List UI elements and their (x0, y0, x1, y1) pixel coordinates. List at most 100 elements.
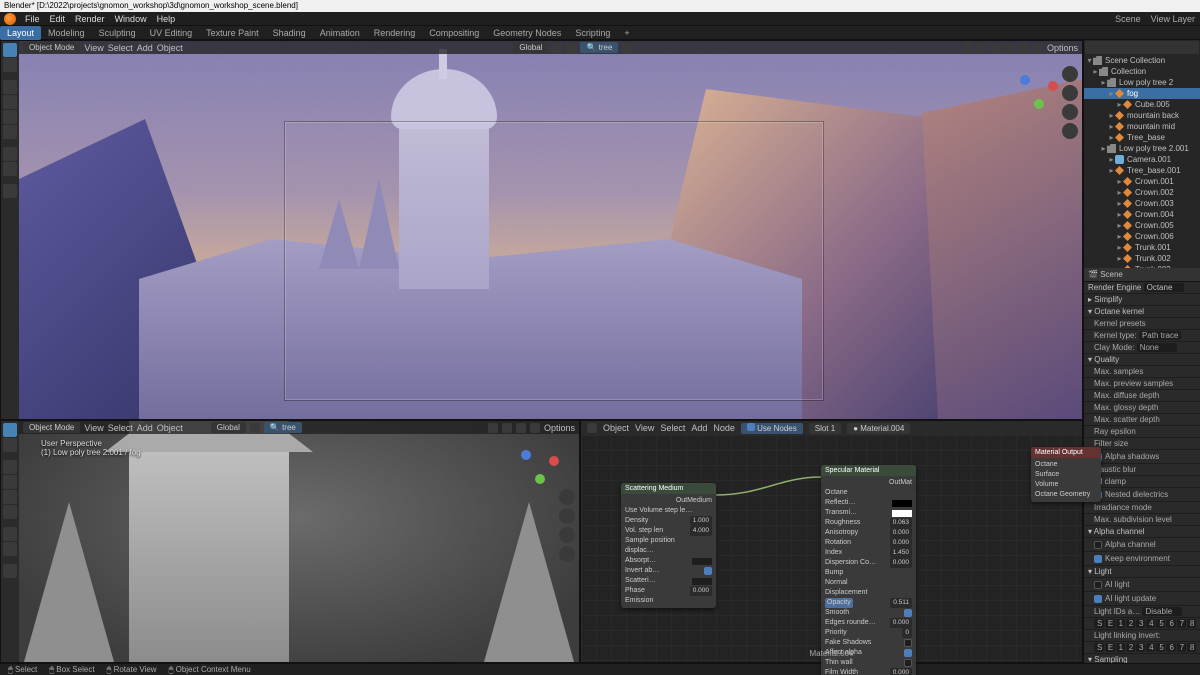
light-id-button[interactable]: 5 (1156, 619, 1165, 628)
node-socket[interactable]: Use Volume step le… (625, 506, 712, 516)
menu-window[interactable]: Window (110, 12, 152, 26)
outliner-item[interactable]: ▸Collection (1084, 66, 1200, 77)
tool-rotate[interactable] (3, 95, 17, 109)
pan-icon[interactable] (1062, 85, 1078, 101)
outliner-item[interactable]: ▸Crown.002 (1084, 187, 1200, 198)
light-id-button[interactable]: 3 (1136, 643, 1145, 652)
shading-render-icon[interactable] (1033, 43, 1043, 53)
node-socket[interactable]: Edges rounde…0.000 (825, 618, 912, 628)
light-id-button[interactable]: 2 (1126, 643, 1135, 652)
upper-3d-viewport[interactable]: Object Mode View Select Add Object Globa… (19, 41, 1082, 419)
node-socket[interactable]: Octane (825, 488, 912, 498)
tool-transform[interactable] (3, 125, 17, 139)
node-socket[interactable]: Density1.000 (625, 516, 712, 526)
node-socket[interactable]: Bump (825, 568, 912, 578)
node-socket[interactable]: Film Width0.000 (825, 668, 912, 675)
object-menu[interactable]: Object (157, 423, 183, 433)
orientation-dropdown[interactable]: Global (513, 42, 548, 53)
view-menu[interactable]: View (84, 423, 103, 433)
node-socket[interactable]: Index1.450 (825, 548, 912, 558)
node-socket[interactable]: Reflecti… (825, 498, 912, 508)
camera-icon[interactable] (559, 527, 575, 543)
light-id-button[interactable]: S (1094, 643, 1104, 652)
menu-edit[interactable]: Edit (45, 12, 71, 26)
options-dropdown[interactable]: Options (1047, 43, 1078, 53)
use-nodes-toggle[interactable]: Use Nodes (741, 423, 803, 434)
node-socket[interactable]: Anisotropy0.000 (825, 528, 912, 538)
lower-3d-viewport[interactable]: User Perspective (1) Low poly tree 2.001… (19, 421, 579, 662)
ai-light-checkbox[interactable]: AI light (1094, 579, 1196, 590)
tool-move[interactable] (3, 80, 17, 94)
alpha-shadows-checkbox[interactable]: Alpha shadows (1094, 451, 1196, 462)
shader-node-editor[interactable]: Object View Select Add Node Use Nodes Sl… (580, 420, 1083, 663)
outliner-item[interactable]: ▸Low poly tree 2 (1084, 77, 1200, 88)
tool-select-box[interactable] (3, 43, 17, 57)
orientation-dropdown[interactable]: Global (211, 422, 246, 433)
light-id-button[interactable]: 8 (1187, 643, 1196, 652)
tool-annotate[interactable] (3, 527, 17, 541)
search-field[interactable]: 🔍 tree (580, 42, 618, 53)
kernel-type-dropdown[interactable]: Path trace (1139, 331, 1181, 340)
light-id-button[interactable]: 7 (1177, 619, 1186, 628)
tool-move[interactable] (3, 460, 17, 474)
outliner-item[interactable]: ▸mountain mid (1084, 121, 1200, 132)
node-socket[interactable]: Dispersion Co…0.000 (825, 558, 912, 568)
camera-icon[interactable] (1062, 104, 1078, 120)
node-socket[interactable]: Fake Shadows (825, 638, 912, 648)
shading-matprev-icon[interactable] (516, 423, 526, 433)
mode-dropdown[interactable]: Object Mode (23, 42, 80, 53)
shading-render-icon[interactable] (530, 423, 540, 433)
tool-cursor[interactable] (3, 438, 17, 452)
light-ids-dropdown[interactable]: Disable (1142, 607, 1182, 616)
alpha-channel-checkbox[interactable]: Alpha channel (1094, 539, 1196, 550)
light-id-button[interactable]: 8 (1187, 619, 1196, 628)
node-specular-material[interactable]: Specular Material OutMat OctaneReflecti…… (821, 465, 916, 675)
ai-light-update-checkbox[interactable]: AI light update (1094, 593, 1196, 604)
light-id-button[interactable]: E (1105, 619, 1115, 628)
persp-icon[interactable] (1062, 123, 1078, 139)
material-selector[interactable]: ● Material.004 (847, 423, 910, 434)
light-id-button[interactable]: 4 (1146, 619, 1155, 628)
tool-select-box[interactable] (3, 423, 17, 437)
node-socket[interactable]: Scatteri… (625, 576, 712, 586)
tab-layout[interactable]: Layout (0, 26, 41, 40)
shading-matprev-icon[interactable] (1019, 43, 1029, 53)
node-socket[interactable]: Phase0.000 (625, 586, 712, 596)
tool-cursor[interactable] (3, 58, 17, 72)
outliner-item[interactable]: ▸Crown.005 (1084, 220, 1200, 231)
node-socket[interactable]: Octane (1035, 460, 1097, 470)
light-id-button[interactable]: S (1094, 619, 1104, 628)
editor-type-icon[interactable] (587, 423, 597, 433)
tool-addcube[interactable] (3, 564, 17, 578)
options-dropdown[interactable]: Options (544, 423, 575, 433)
nav-gizmo[interactable] (1020, 71, 1060, 111)
select-menu[interactable]: Select (108, 43, 133, 53)
tab-compositing[interactable]: Compositing (422, 26, 486, 40)
keep-env-checkbox[interactable]: Keep environment (1094, 553, 1196, 564)
outliner-item[interactable]: ▸fog (1084, 88, 1200, 99)
shading-wire-icon[interactable] (488, 423, 498, 433)
light-id-button[interactable]: E (1105, 643, 1115, 652)
tab-rendering[interactable]: Rendering (367, 26, 423, 40)
light-id-button[interactable]: 3 (1136, 619, 1145, 628)
tool-addcube[interactable] (3, 184, 17, 198)
pan-icon[interactable] (559, 508, 575, 524)
tab-shading[interactable]: Shading (266, 26, 313, 40)
zoom-icon[interactable] (1062, 66, 1078, 82)
outliner-item[interactable]: ▸Cube.005 (1084, 99, 1200, 110)
node-socket[interactable]: Normal (825, 578, 912, 588)
node-socket[interactable]: Thin wall (825, 658, 912, 668)
tab-scripting[interactable]: Scripting (568, 26, 617, 40)
outliner[interactable]: ▾Scene Collection ▸Collection▸Low poly t… (1084, 40, 1200, 268)
add-menu[interactable]: Add (137, 423, 153, 433)
pin-object[interactable]: Object (603, 423, 629, 433)
shading-solid-icon[interactable] (502, 423, 512, 433)
properties-panel[interactable]: 🎬 Scene Render Engine Octane ▸ Simplify … (1084, 268, 1200, 663)
outliner-item[interactable]: ▸Crown.004 (1084, 209, 1200, 220)
search-field[interactable]: 🔍 tree (264, 422, 302, 433)
outliner-item[interactable]: ▸Tree_base (1084, 132, 1200, 143)
node-socket[interactable]: Volume (1035, 480, 1097, 490)
render-engine-dropdown[interactable]: Octane (1144, 283, 1184, 292)
tool-measure[interactable] (3, 162, 17, 176)
object-menu[interactable]: Object (157, 43, 183, 53)
